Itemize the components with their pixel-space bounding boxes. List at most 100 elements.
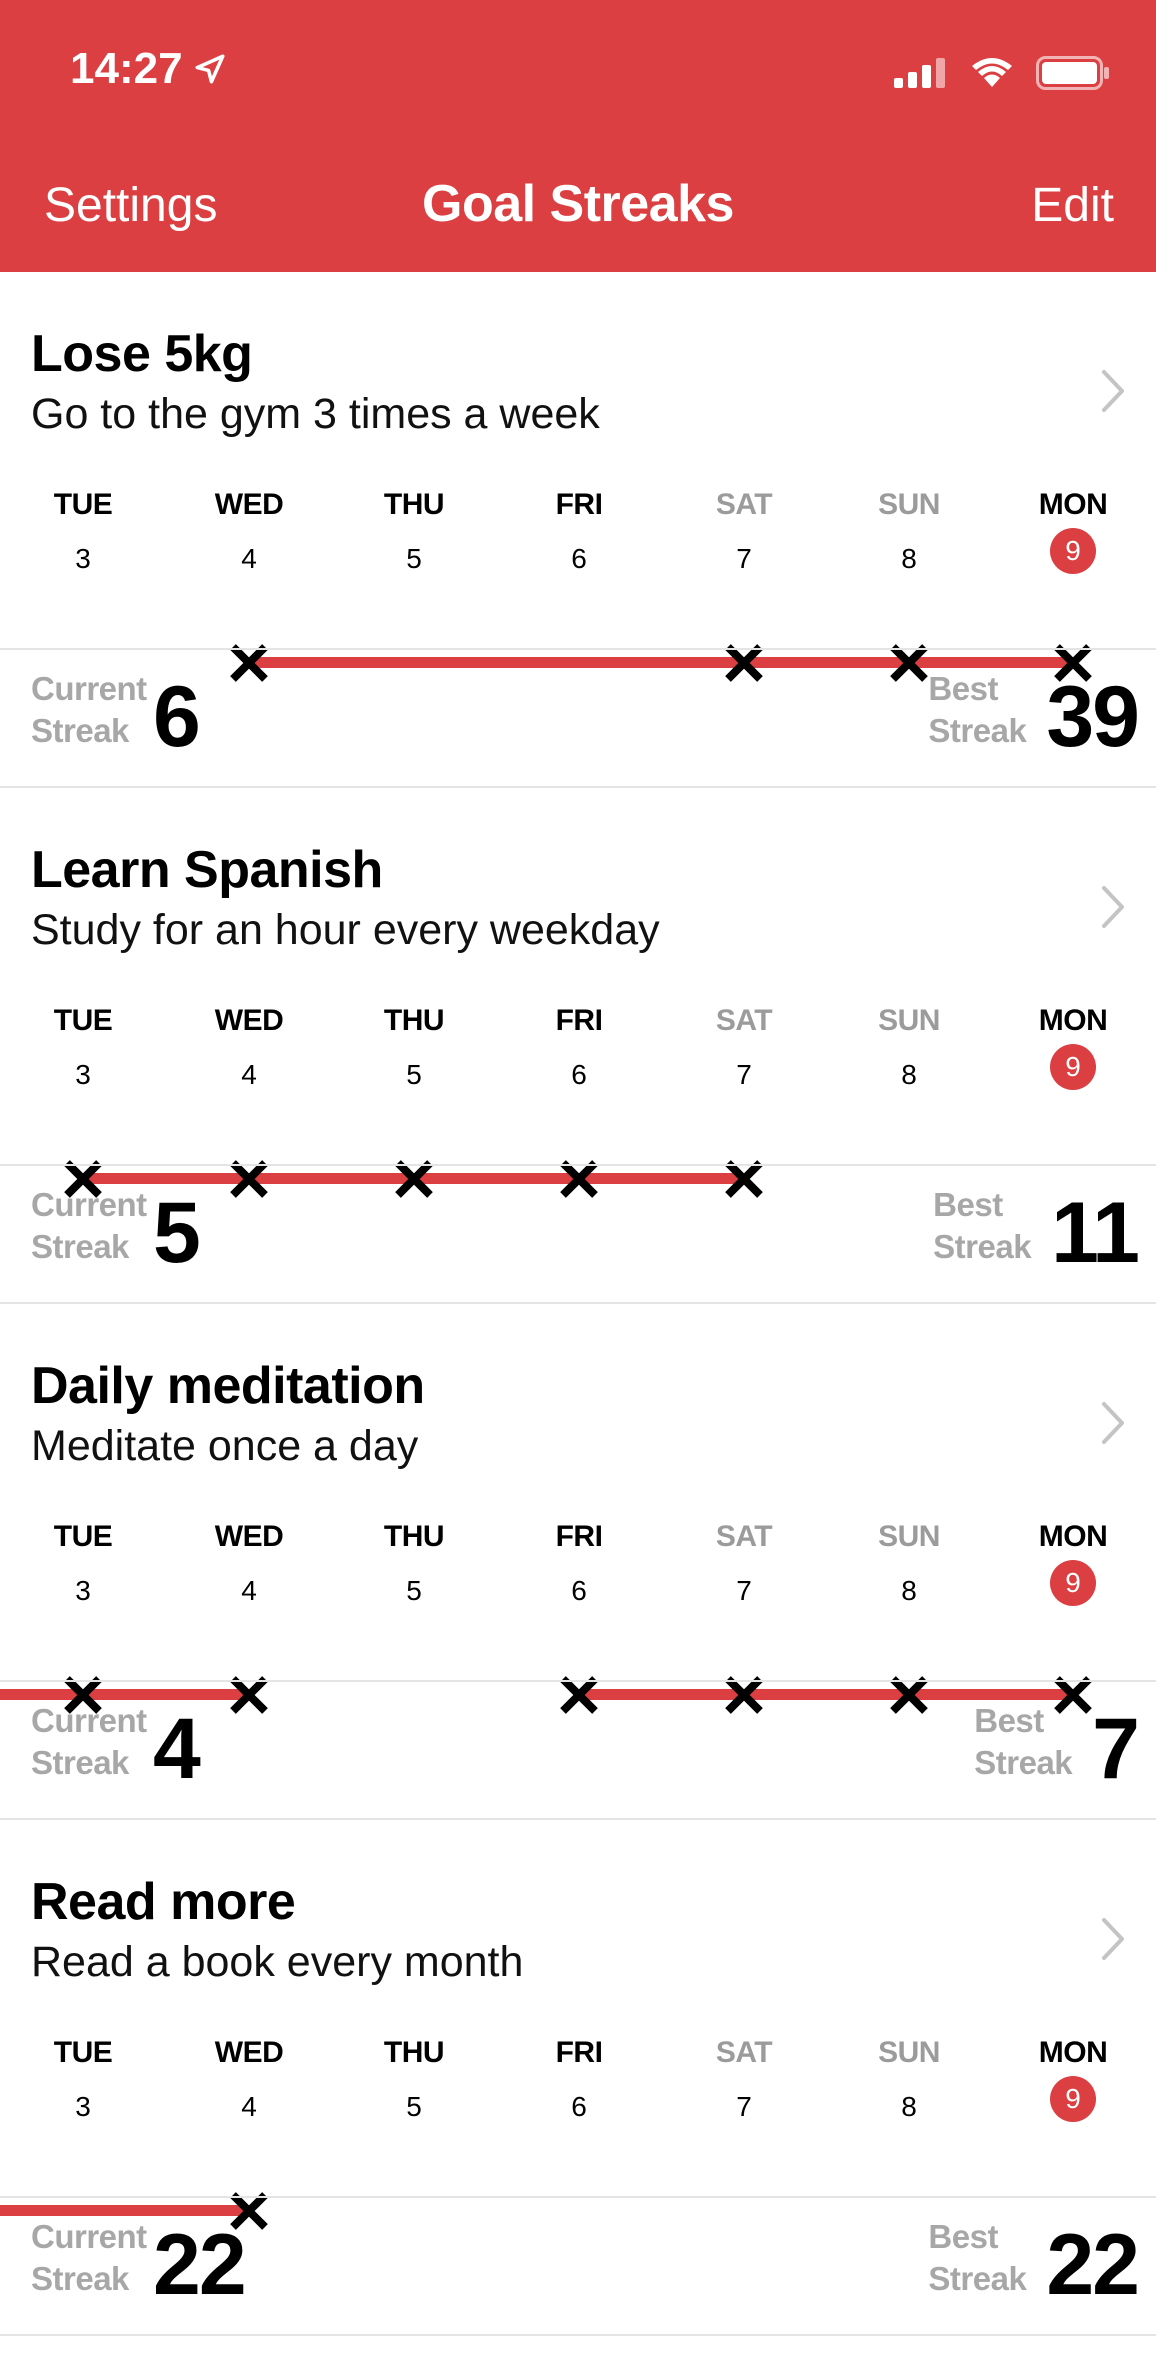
goal-card: Learn Spanish Study for an hour every wee… [0, 788, 1156, 1304]
day-number: 8 [901, 543, 917, 574]
goal-card: Daily meditation Meditate once a day TUE 3 W… [0, 1304, 1156, 1820]
battery-icon [1036, 56, 1109, 90]
day-number: 4 [241, 1059, 257, 1090]
day-name: FRI [555, 1520, 603, 1553]
goal-row[interactable]: Lose 5kg Go to the gym 3 times a week TUE 3… [0, 272, 1156, 682]
day-name: SUN [878, 2036, 940, 2069]
streak-stats: Current Streak 4 Best Streak 7 [0, 1682, 1156, 1820]
current-streak-value: 5 [153, 1185, 201, 1281]
day-name: MON [1038, 1004, 1108, 1037]
day-number: 3 [75, 1059, 91, 1090]
day-number: 5 [406, 1575, 422, 1606]
day-name: MON [1038, 488, 1108, 521]
goal-row[interactable]: Read more Read a book every month TUE 3 WED 4… [0, 1820, 1156, 2230]
week-days: TUE 3 WED 4 THU 5 FRI 6 SAT 7 SUN 8 MON 9 [0, 1520, 1156, 1680]
today-badge: 9 [1050, 1044, 1096, 1090]
day-name: FRI [555, 2036, 603, 2069]
day-name: WED [214, 1520, 284, 1553]
best-streak-value: 39 [1046, 669, 1140, 765]
day-number: 6 [571, 2091, 587, 2122]
day-name: THU [383, 488, 445, 521]
day-name: MON [1038, 1520, 1108, 1553]
goal-row[interactable]: Learn Spanish Study for an hour every wee… [0, 788, 1156, 1198]
day-name: TUE [53, 488, 113, 521]
day-name: WED [214, 2036, 284, 2069]
week-days: TUE 3 WED 4 THU 5 FRI 6 SAT 7 SUN 8 MON 9 [0, 2036, 1156, 2196]
chevron-right-icon [1102, 886, 1124, 928]
day-name: SAT [715, 488, 773, 521]
day-number: 8 [901, 2091, 917, 2122]
goal-subtitle: Read a book every month [31, 1938, 524, 1986]
goal-title: Daily meditation [31, 1357, 425, 1415]
day-number: 4 [241, 543, 257, 574]
cellular-signal-icon [894, 58, 945, 88]
streak-stats: Current Streak 5 Best Streak 11 [0, 1166, 1156, 1304]
day-number: 5 [406, 1059, 422, 1090]
goal-title: Learn Spanish [31, 841, 383, 899]
day-name: TUE [53, 1004, 113, 1037]
goal-subtitle: Meditate once a day [31, 1422, 419, 1470]
edit-button[interactable]: Edit [1031, 178, 1114, 233]
goal-row[interactable]: Daily meditation Meditate once a day TUE 3 W… [0, 1304, 1156, 1714]
goal-subtitle: Study for an hour every weekday [31, 906, 660, 954]
goal-card: Lose 5kg Go to the gym 3 times a week TUE 3… [0, 272, 1156, 788]
current-streak-value: 6 [153, 669, 201, 765]
day-number: 7 [736, 2091, 752, 2122]
best-streak-value: 7 [1092, 1701, 1140, 1797]
day-name: SAT [715, 1004, 773, 1037]
today-badge: 9 [1050, 1560, 1096, 1606]
day-name: SUN [878, 488, 940, 521]
day-number: 3 [75, 543, 91, 574]
chevron-right-icon [1102, 1918, 1124, 1960]
streak-stats: Current Streak 22 Best Streak 22 [0, 2198, 1156, 2336]
day-name: TUE [53, 2036, 113, 2069]
current-streak-label: Current Streak [31, 1702, 147, 1781]
current-streak-label: Current Streak [31, 2218, 147, 2297]
day-number: 6 [571, 543, 587, 574]
status-time: 14:27 [70, 44, 227, 94]
day-number: 3 [75, 2091, 91, 2122]
goal-title: Read more [31, 1873, 296, 1931]
day-name: FRI [555, 488, 603, 521]
day-name: FRI [555, 1004, 603, 1037]
day-name: SAT [715, 1520, 773, 1553]
day-number: 7 [736, 1059, 752, 1090]
chevron-right-icon [1102, 370, 1124, 412]
day-name: WED [214, 488, 284, 521]
day-number: 6 [571, 1059, 587, 1090]
best-streak-label: Best Streak [928, 670, 1027, 749]
day-number: 5 [406, 2091, 422, 2122]
settings-button[interactable]: Settings [44, 178, 217, 233]
best-streak-label: Best Streak [928, 2218, 1027, 2297]
day-number: 4 [241, 1575, 257, 1606]
location-arrow-icon [195, 54, 225, 84]
day-number: 6 [571, 1575, 587, 1606]
today-badge: 9 [1050, 528, 1096, 574]
day-name: SUN [878, 1520, 940, 1553]
day-name: WED [214, 1004, 284, 1037]
streak-stats: Current Streak 6 Best Streak 39 [0, 650, 1156, 788]
current-streak-label: Current Streak [31, 1186, 147, 1265]
day-name: THU [383, 1520, 445, 1553]
day-name: SUN [878, 1004, 940, 1037]
divider [0, 2334, 1156, 2336]
chevron-right-icon [1102, 1402, 1124, 1444]
day-number: 4 [241, 2091, 257, 2122]
current-streak-value: 22 [153, 2217, 247, 2313]
week-days: TUE 3 WED 4 THU 5 FRI 6 SAT 7 SUN 8 MON 9 [0, 1004, 1156, 1164]
day-number: 7 [736, 1575, 752, 1606]
navigation-header: 14:27 Settings Goal Streaks Edit [0, 0, 1156, 272]
best-streak-value: 11 [1051, 1185, 1140, 1281]
day-name: MON [1038, 2036, 1108, 2069]
week-days: TUE 3 WED 4 THU 5 FRI 6 SAT 7 SUN 8 MON 9 [0, 488, 1156, 648]
best-streak-label: Best Streak [933, 1186, 1032, 1265]
current-streak-value: 4 [153, 1701, 201, 1797]
best-streak-value: 22 [1046, 2217, 1140, 2313]
wifi-icon [972, 58, 1012, 87]
day-name: TUE [53, 1520, 113, 1553]
goal-title: Lose 5kg [31, 325, 253, 383]
current-streak-label: Current Streak [31, 670, 147, 749]
day-number: 3 [75, 1575, 91, 1606]
day-number: 8 [901, 1059, 917, 1090]
status-time-text: 14:27 [70, 44, 183, 93]
